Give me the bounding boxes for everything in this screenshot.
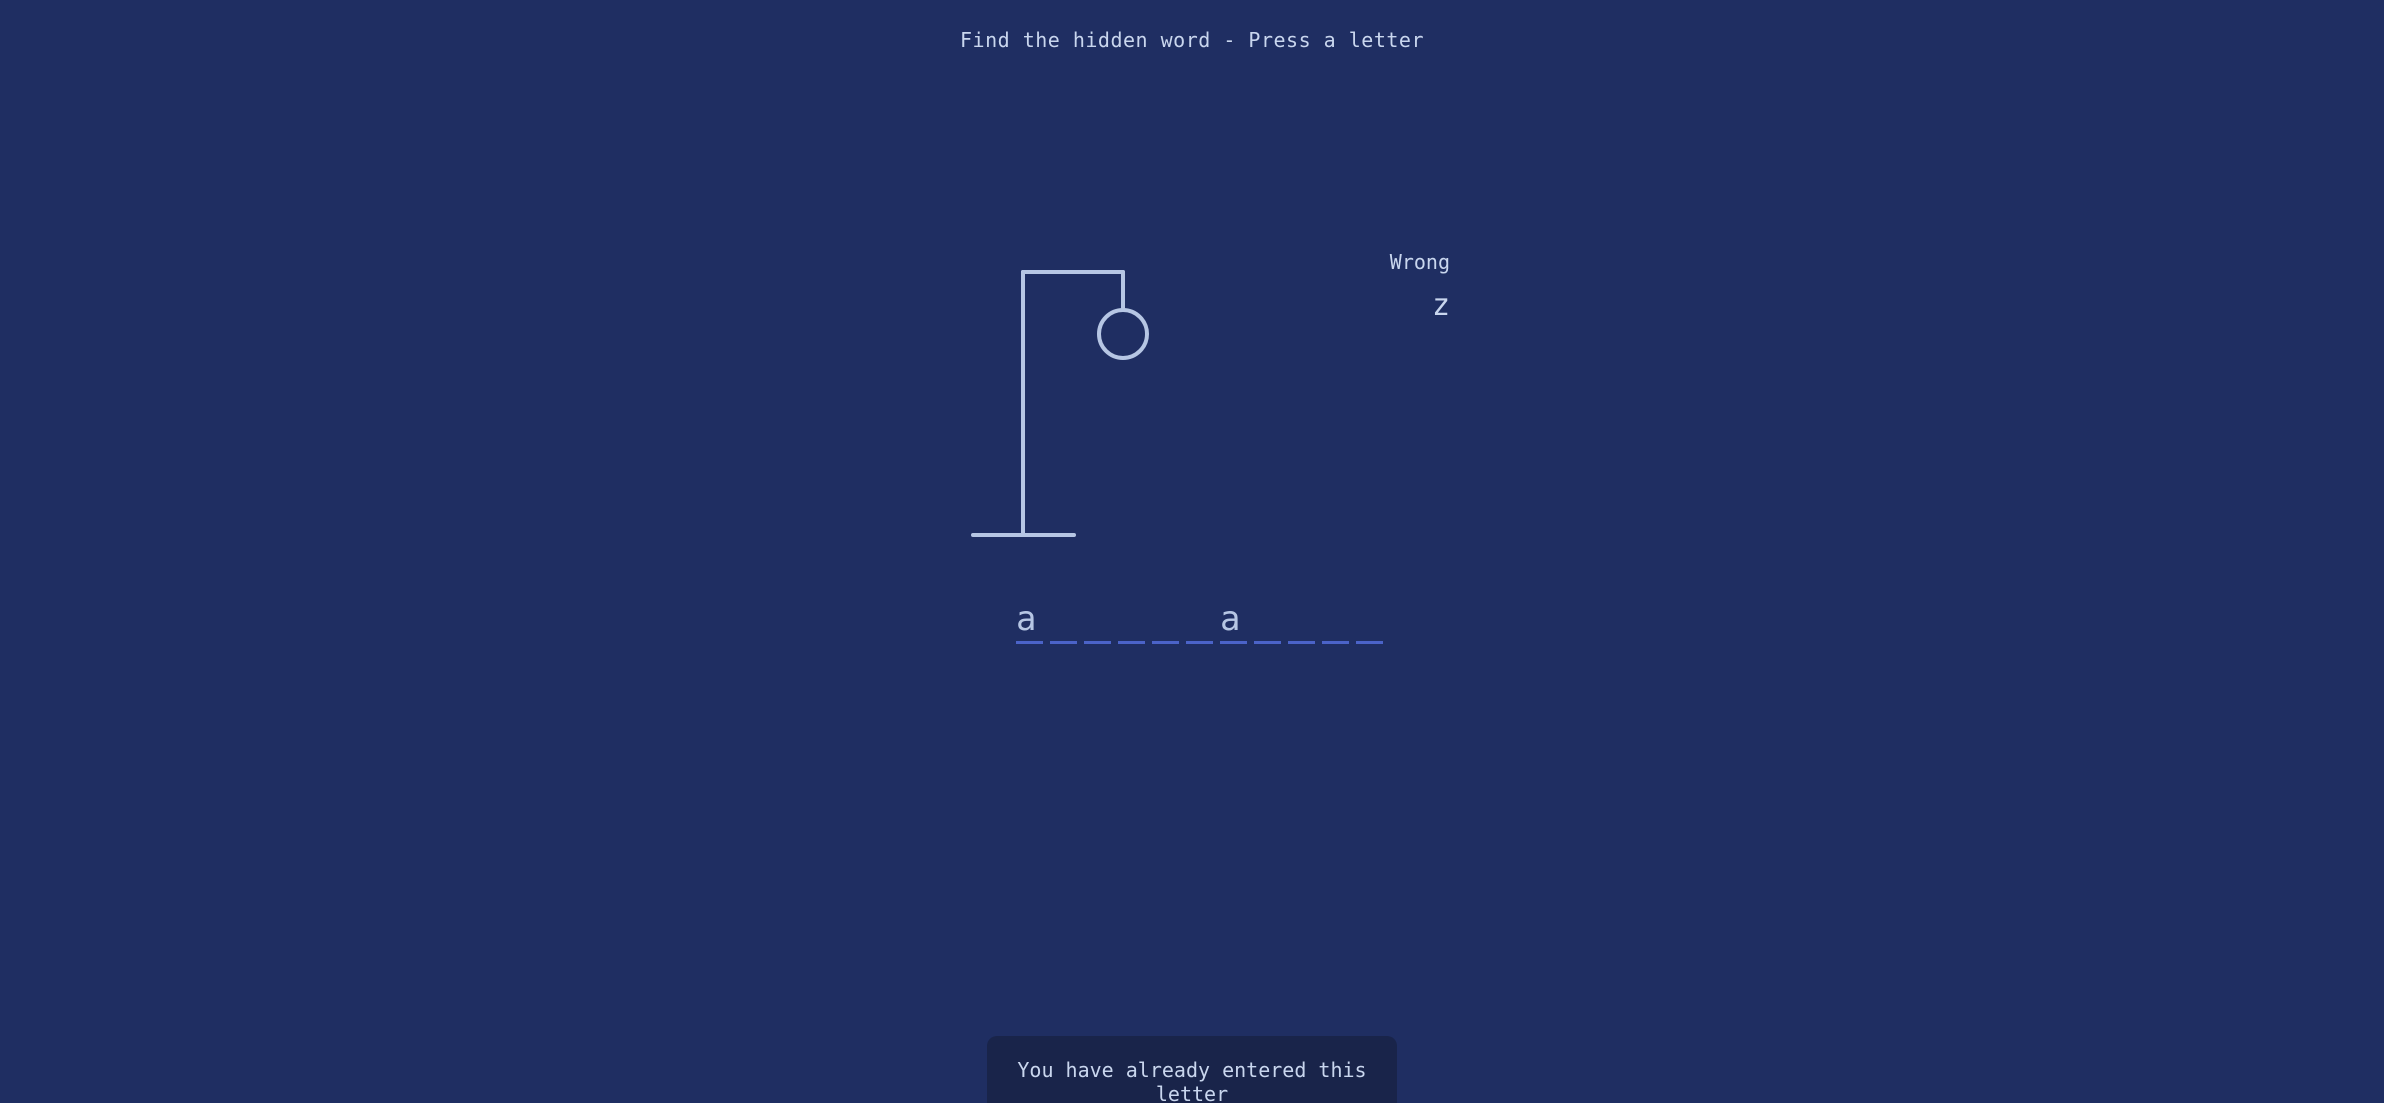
- letter-slot: [1288, 595, 1315, 644]
- hangman-figure: [1021, 270, 1149, 360]
- wrong-letters-list: z: [1431, 288, 1450, 323]
- letter-slot: a: [1016, 595, 1043, 644]
- wrong-letters-panel: Wrong z: [1340, 250, 1450, 323]
- letter-slot: [1254, 595, 1281, 644]
- letter-slot: [1084, 595, 1111, 644]
- letter-slot: a: [1220, 595, 1247, 644]
- letter-slot: [1322, 595, 1349, 644]
- hangman-game: Find the hidden word - Press a letter Wr…: [0, 0, 2384, 1103]
- instruction-text: Find the hidden word - Press a letter: [959, 28, 1425, 52]
- letter-slot: [1152, 595, 1179, 644]
- notification-toast: You have already entered this letter: [987, 1036, 1397, 1103]
- letter-slot: [1356, 595, 1383, 644]
- letter-slot: [1186, 595, 1213, 644]
- wrong-label: Wrong: [1389, 250, 1450, 274]
- letter-slot: [1118, 595, 1145, 644]
- hangman-head: [1097, 308, 1149, 360]
- letter-slot: [1050, 595, 1077, 644]
- hidden-word: a a: [1016, 595, 1383, 644]
